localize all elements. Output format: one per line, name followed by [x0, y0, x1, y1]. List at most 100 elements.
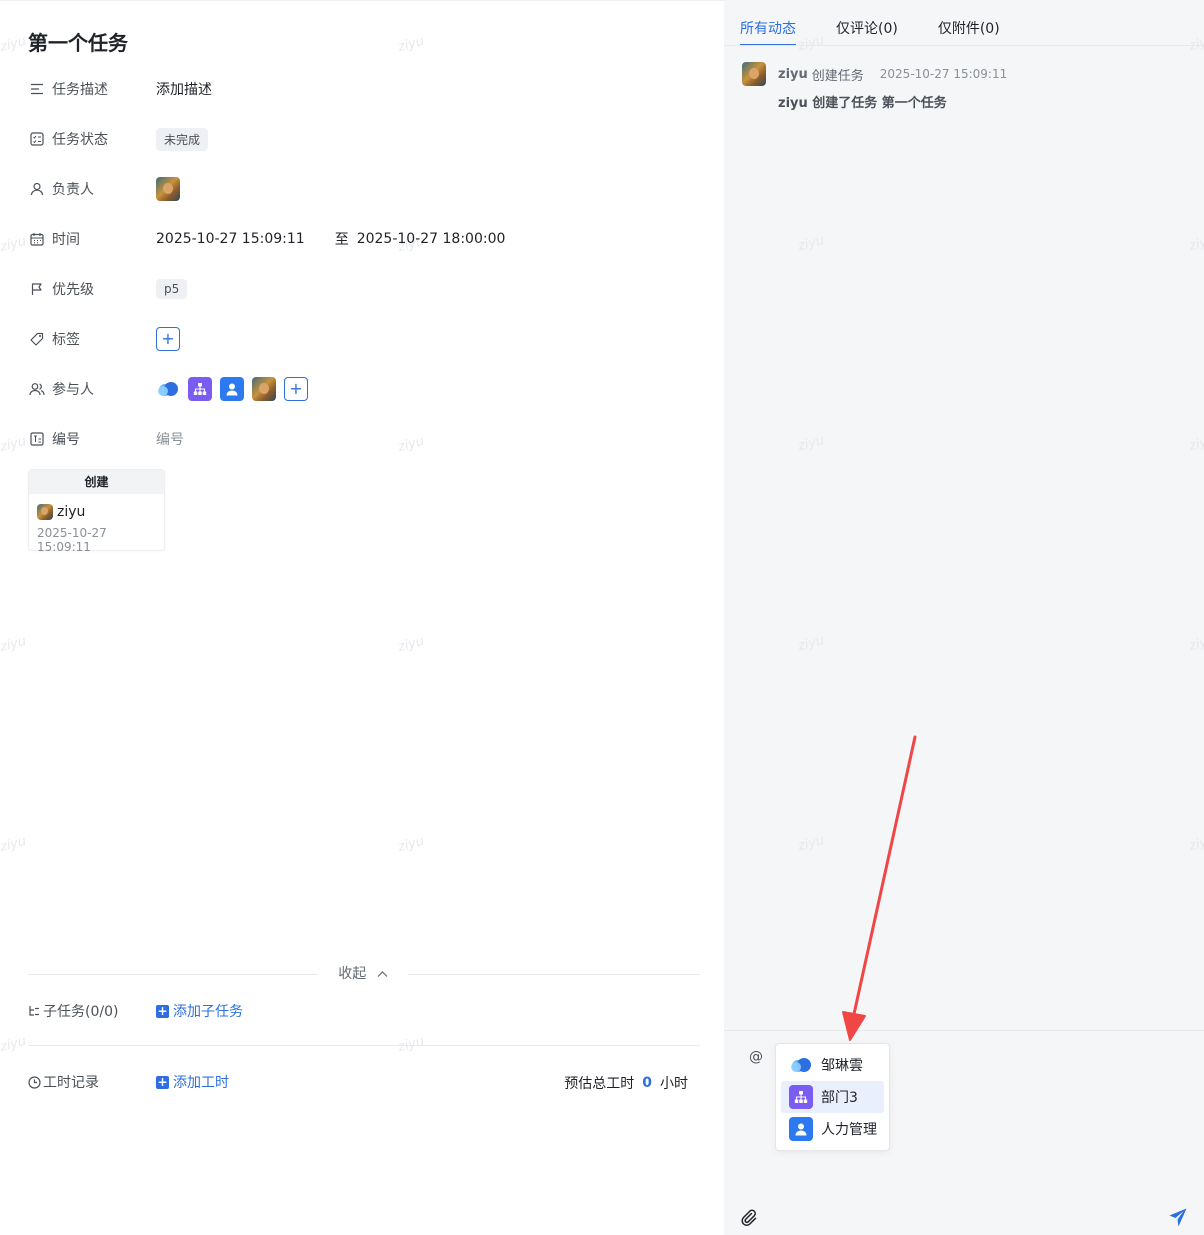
start-time[interactable]: 2025-10-27 15:09:11	[156, 231, 305, 247]
watermark: ziyu	[396, 833, 426, 856]
field-label-description: 任务描述	[52, 82, 108, 98]
task-title[interactable]: 第一个任务	[28, 27, 128, 56]
add-subtask-button[interactable]: + 添加子任务	[156, 1001, 243, 1021]
field-owner: 负责人	[28, 175, 708, 203]
worklog-label: 工时记录	[43, 1075, 99, 1091]
participant-avatar[interactable]	[252, 377, 276, 401]
field-label-participants: 参与人	[52, 382, 94, 398]
clock-icon	[28, 1075, 41, 1089]
mention-dropdown: 邹琳雲 部门3 人力管理	[775, 1043, 890, 1151]
priority-badge[interactable]: p5	[156, 279, 188, 299]
mention-option[interactable]: 邹琳雲	[781, 1049, 884, 1081]
comment-input-area[interactable]: @ 邹琳雲 部门3 人力管理	[724, 1030, 1204, 1235]
creator-time: 2025-10-27 15:09:11	[37, 526, 107, 554]
end-time[interactable]: 2025-10-27 18:00:00	[357, 231, 506, 247]
status-icon	[28, 130, 46, 148]
person-icon	[789, 1117, 813, 1141]
watermark: ziyu	[0, 1033, 28, 1056]
watermark: ziyu	[1187, 432, 1204, 455]
field-description: 任务描述 添加描述	[28, 75, 708, 103]
estimate-unit: 小时	[660, 1076, 688, 1092]
watermark: ziyu	[796, 232, 826, 255]
watermark: ziyu	[1187, 32, 1204, 55]
mention-trigger: @	[749, 1049, 763, 1065]
department-icon[interactable]	[188, 377, 212, 401]
mention-option[interactable]: 人力管理	[781, 1113, 884, 1145]
watermark: ziyu	[0, 433, 28, 456]
field-tags: 标签 +	[28, 325, 708, 353]
activity-user: ziyu	[778, 66, 808, 82]
add-participant-button[interactable]: +	[284, 377, 308, 401]
field-label-priority: 优先级	[52, 282, 94, 298]
activity-tabs: 所有动态 仅评论(0) 仅附件(0)	[740, 8, 1040, 46]
estimate-value: 0	[642, 1075, 652, 1091]
field-priority: 优先级 p5	[28, 275, 708, 303]
field-time: 时间 2025-10-27 15:09:11 至 2025-10-27 18:0…	[28, 225, 708, 253]
task-detail-panel: ziyu ziyu ziyu ziyu ziyu ziyu ziyu ziyu …	[0, 0, 724, 1235]
creator-name: ziyu	[57, 504, 86, 520]
field-label-owner: 负责人	[52, 182, 94, 198]
collapse-button[interactable]: 收起	[318, 963, 408, 983]
users-icon	[28, 380, 46, 398]
watermark: ziyu	[0, 833, 28, 856]
mention-option-label: 人力管理	[821, 1122, 877, 1138]
time-separator: 至	[334, 232, 349, 248]
activity-item: ziyu 创建任务 2025-10-27 15:09:11 ziyu 创建了任务…	[742, 62, 1182, 111]
watermark: ziyu	[796, 832, 826, 855]
plus-square-icon: +	[156, 1003, 169, 1018]
creator-card: 创建 ziyu 2025-10-27 15:09:11	[28, 469, 165, 554]
number-icon	[28, 430, 46, 448]
watermark: ziyu	[0, 33, 28, 56]
watermark: ziyu	[796, 632, 826, 655]
department-icon	[789, 1085, 813, 1109]
activity-detail: ziyu 创建了任务 第一个任务	[778, 96, 947, 111]
field-label-number: 编号	[52, 432, 80, 448]
add-subtask-label: 添加子任务	[173, 1004, 243, 1020]
send-icon[interactable]	[1168, 1207, 1188, 1231]
add-tag-button[interactable]: +	[156, 327, 180, 351]
mention-option[interactable]: 部门3	[781, 1081, 884, 1113]
status-badge[interactable]: 未完成	[156, 127, 209, 151]
align-left-icon	[28, 80, 46, 98]
field-label-time: 时间	[52, 232, 80, 248]
field-participants: 参与人 +	[28, 375, 708, 403]
subtask-icon	[28, 1005, 41, 1018]
field-number: 编号 编号	[28, 425, 708, 453]
divider	[724, 45, 1204, 46]
creator-avatar	[37, 504, 53, 520]
calendar-icon	[28, 230, 46, 248]
tab-attachments[interactable]: 仅附件(0)	[938, 8, 1000, 46]
watermark: ziyu	[0, 233, 28, 256]
chevron-up-icon	[377, 966, 388, 982]
paperclip-icon[interactable]	[740, 1209, 758, 1231]
number-input[interactable]: 编号	[156, 429, 184, 449]
activity-time: 2025-10-27 15:09:11	[879, 67, 1008, 81]
subtasks-label: 子任务(0/0)	[43, 1004, 119, 1020]
activity-avatar	[742, 62, 766, 86]
mention-option-label: 邹琳雲	[821, 1058, 863, 1074]
plus-square-icon: +	[156, 1074, 169, 1089]
activity-action: 创建任务	[811, 68, 864, 84]
flag-icon	[28, 280, 46, 298]
tab-comments[interactable]: 仅评论(0)	[836, 8, 898, 46]
watermark: ziyu	[1187, 632, 1204, 655]
owner-avatar[interactable]	[156, 177, 180, 201]
tab-all-activity[interactable]: 所有动态	[740, 8, 796, 46]
watermark: ziyu	[0, 633, 28, 656]
mention-option-label: 部门3	[821, 1090, 858, 1106]
cloud-icon[interactable]	[156, 377, 180, 401]
user-icon	[28, 180, 46, 198]
add-worklog-button[interactable]: + 添加工时	[156, 1072, 229, 1092]
add-worklog-label: 添加工时	[173, 1075, 229, 1091]
creator-card-heading: 创建	[29, 470, 164, 494]
divider	[28, 1045, 700, 1046]
watermark: ziyu	[796, 432, 826, 455]
field-label-status: 任务状态	[52, 132, 108, 148]
collapse-label: 收起	[338, 966, 367, 982]
tag-icon	[28, 330, 46, 348]
field-label-tags: 标签	[52, 332, 80, 348]
estimate-hours: 预估总工时 0 小时	[564, 1073, 688, 1093]
person-icon[interactable]	[220, 377, 244, 401]
description-input[interactable]: 添加描述	[156, 79, 212, 99]
field-status: 任务状态 未完成	[28, 125, 708, 153]
